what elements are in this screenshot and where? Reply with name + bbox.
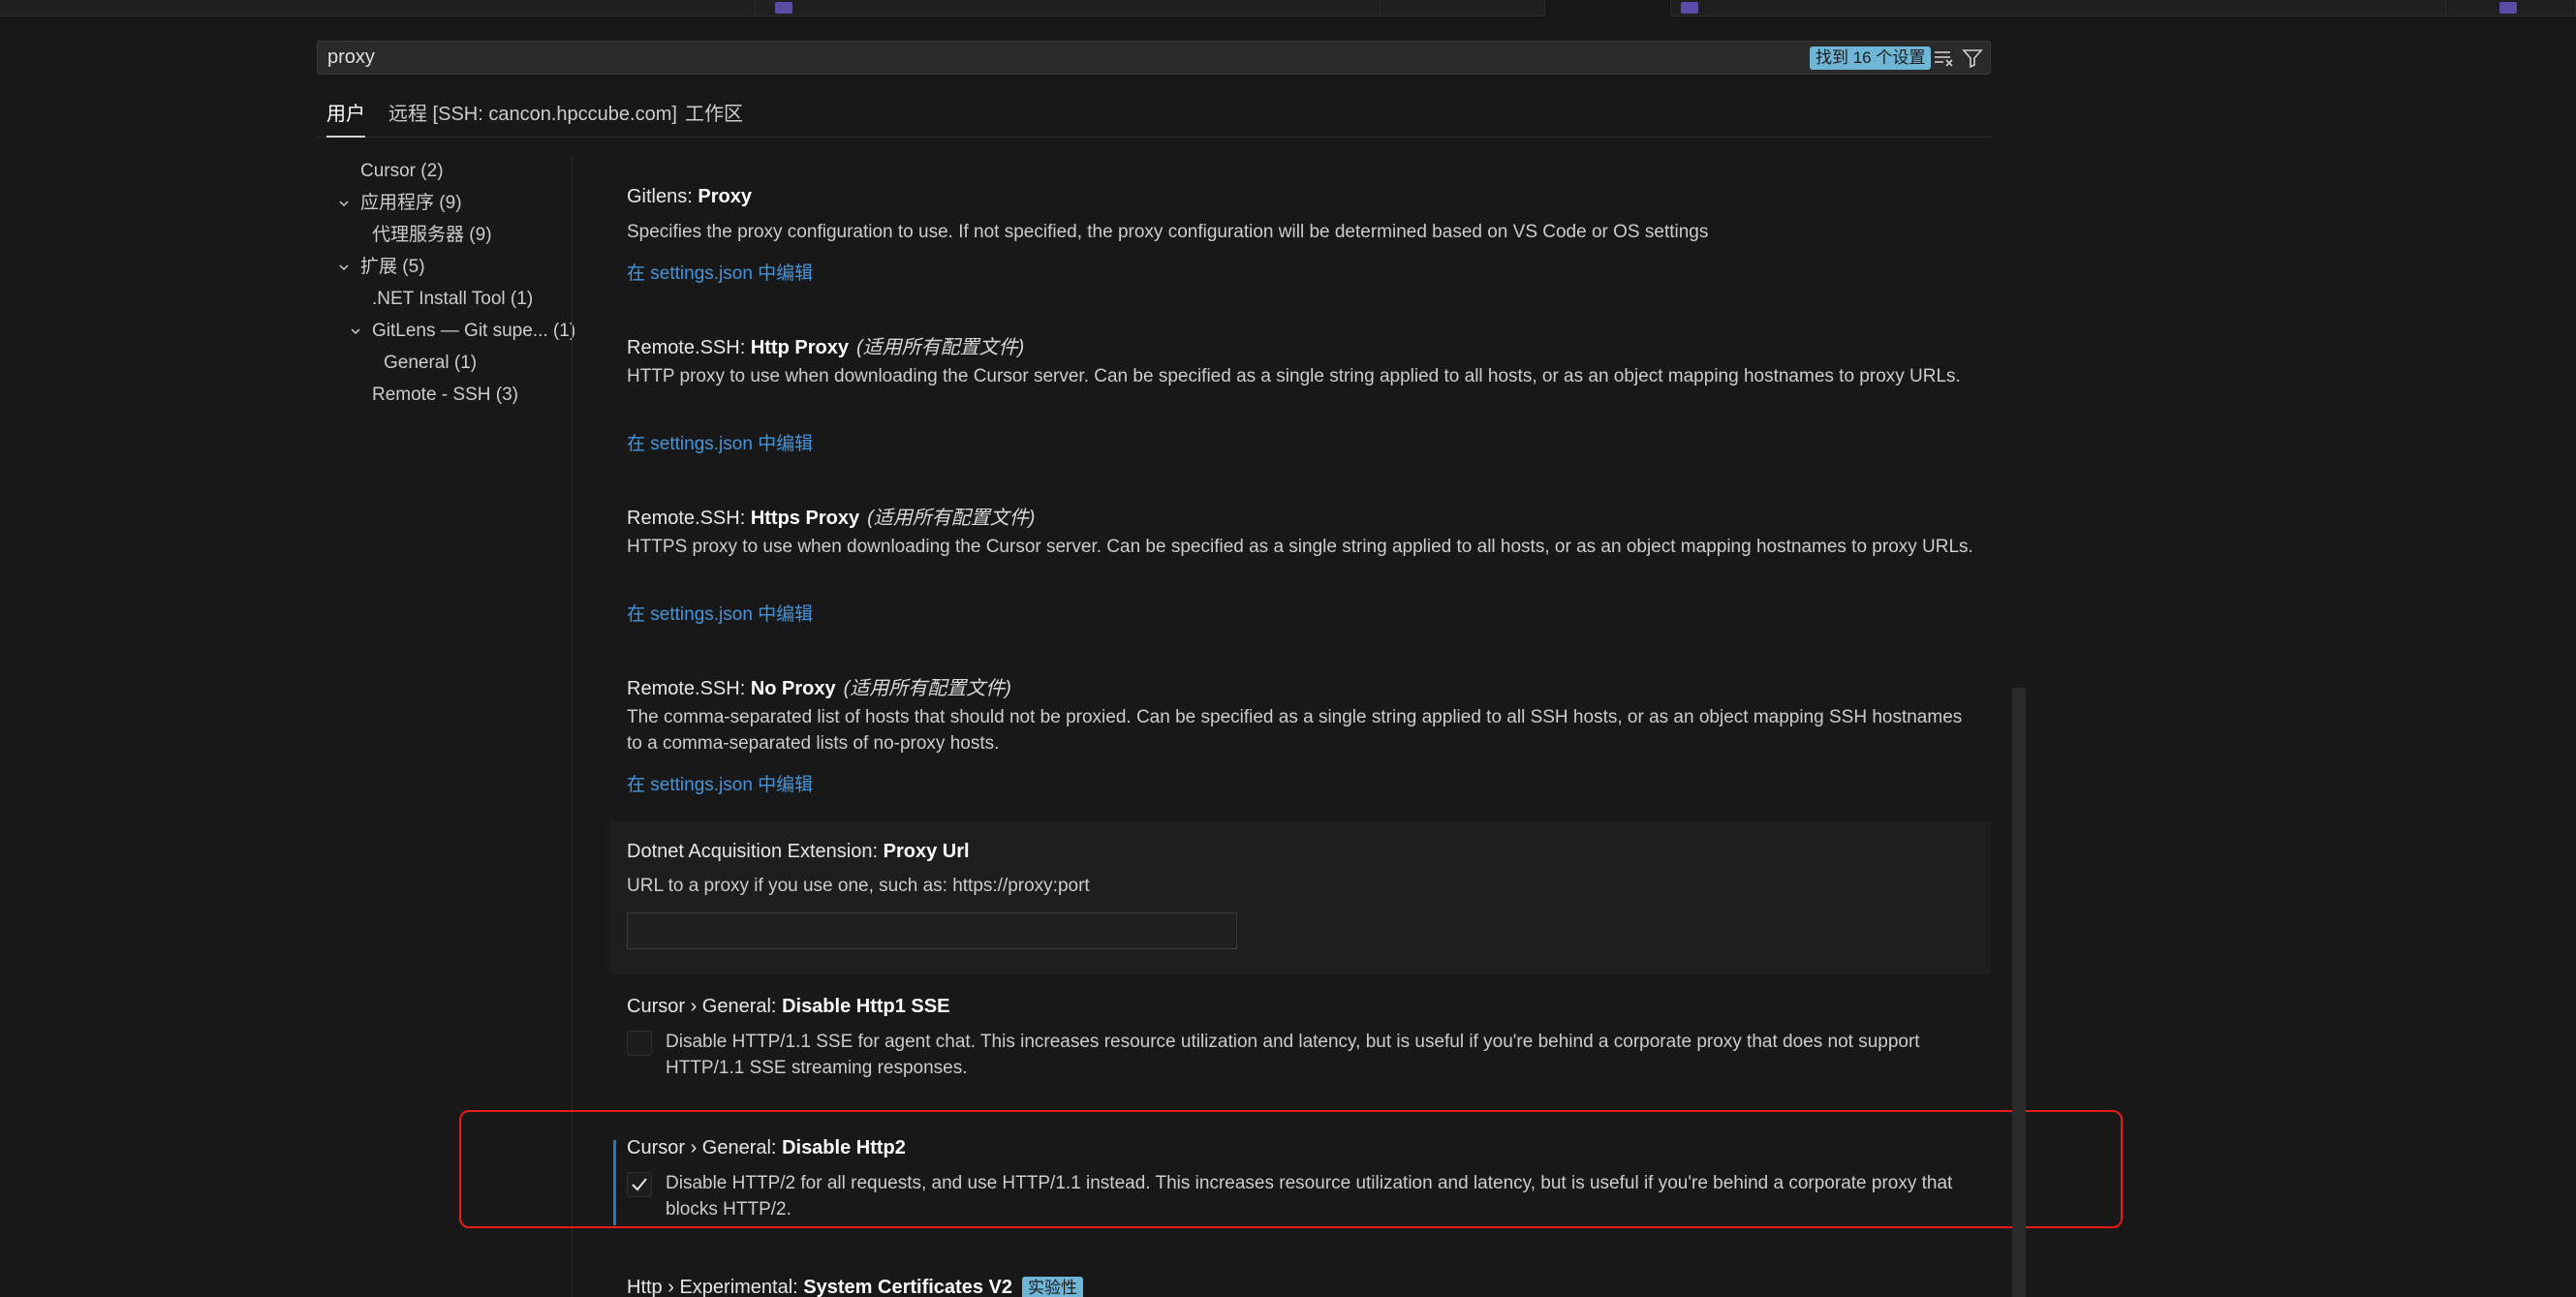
setting-http-system-certificates-v2: Http › Experimental: System Certificates… xyxy=(610,1259,1991,1297)
clear-sort-icon[interactable] xyxy=(1932,46,1955,70)
editor-tab[interactable] xyxy=(0,0,756,16)
setting-description: Specifies the proxy configuration to use… xyxy=(627,222,1709,242)
setting-title: Http › Experimental: System Certificates… xyxy=(627,1277,1083,1297)
setting-description: HTTP proxy to use when downloading the C… xyxy=(627,366,1961,386)
setting-gitlens-proxy: Gitlens: Proxy Specifies the proxy confi… xyxy=(610,174,1991,300)
setting-description: The comma-separated list of hosts that s… xyxy=(627,707,1963,754)
setting-remote-ssh-no-proxy: Remote.SSH: No Proxy (适用所有配置文件) The comma… xyxy=(610,661,1991,816)
toc-item-application[interactable]: 应用程序 (9) xyxy=(317,187,574,219)
toc-item-extensions[interactable]: 扩展 (5) xyxy=(317,251,574,283)
tab-user[interactable]: 用户 xyxy=(326,97,365,138)
toc-item-cursor[interactable]: Cursor (2) xyxy=(317,155,574,187)
editor-tab[interactable] xyxy=(2446,0,2576,16)
setting-title: Dotnet Acquisition Extension: Proxy Url xyxy=(627,841,970,862)
file-icon xyxy=(2499,2,2517,14)
settings-search-input[interactable] xyxy=(326,42,1779,74)
highlight-annotation-box xyxy=(459,1110,2123,1228)
setting-title: Remote.SSH: Https Proxy (适用所有配置文件) xyxy=(627,508,1036,529)
setting-description: Disable HTTP/1.1 SSE for agent chat. Thi… xyxy=(666,1032,1920,1078)
toc-item-dotnet-install-tool[interactable]: .NET Install Tool (1) xyxy=(317,283,574,315)
editor-tab[interactable] xyxy=(1671,0,2446,16)
setting-title: Remote.SSH: No Proxy (适用所有配置文件) xyxy=(627,678,1011,699)
edit-in-settings-json-link[interactable]: 在 settings.json 中编辑 xyxy=(627,429,813,455)
tab-remote[interactable]: 远程 [SSH: cancon.hpccube.com] xyxy=(388,97,677,138)
editor-tab-strip xyxy=(0,0,2576,16)
setting-description: HTTPS proxy to use when downloading the … xyxy=(627,537,1973,557)
setting-dotnet-proxy-url: Dotnet Acquisition Extension: Proxy Url … xyxy=(610,821,1991,974)
toc-item-proxy-server[interactable]: 代理服务器 (9) xyxy=(317,219,574,251)
setting-title: Gitlens: Proxy xyxy=(627,186,752,207)
editor-tab[interactable] xyxy=(756,0,1381,16)
settings-scope-tabs: 用户 远程 [SSH: cancon.hpccube.com] 工作区 xyxy=(317,97,1991,138)
tab-workspace[interactable]: 工作区 xyxy=(685,97,743,138)
filter-icon[interactable] xyxy=(1961,46,1984,70)
proxy-url-input[interactable] xyxy=(627,912,1237,949)
chevron-down-icon xyxy=(339,201,349,207)
edit-in-settings-json-link[interactable]: 在 settings.json 中编辑 xyxy=(627,770,813,796)
setting-remote-ssh-http-proxy: Remote.SSH: Http Proxy (适用所有配置文件) HTTP pr… xyxy=(610,320,1991,475)
toc-item-remote-ssh[interactable]: Remote - SSH (3) xyxy=(317,379,574,411)
editor-tab[interactable] xyxy=(1381,0,1545,16)
editor-tab-active[interactable] xyxy=(1545,0,1671,16)
file-icon xyxy=(1681,2,1698,14)
edit-in-settings-json-link[interactable]: 在 settings.json 中编辑 xyxy=(627,259,813,285)
setting-title: Remote.SSH: Http Proxy (适用所有配置文件) xyxy=(627,337,1025,358)
experimental-badge: 实验性 xyxy=(1021,1277,1083,1297)
toc-item-gitlens[interactable]: GitLens — Git supe... (1) xyxy=(317,315,575,347)
file-icon xyxy=(775,2,792,14)
setting-title: Cursor › General: Disable Http1 SSE xyxy=(627,996,950,1017)
chevron-down-icon xyxy=(351,328,360,335)
toc-item-gitlens-general[interactable]: General (1) xyxy=(317,347,574,379)
setting-disable-http1-sse: Cursor › General: Disable Http1 SSE Disa… xyxy=(610,978,1991,1104)
setting-remote-ssh-https-proxy: Remote.SSH: Https Proxy (适用所有配置文件) HTTPS … xyxy=(610,490,1991,645)
edit-in-settings-json-link[interactable]: 在 settings.json 中编辑 xyxy=(627,600,813,626)
chevron-down-icon xyxy=(339,264,349,271)
settings-search-box: 找到 16 个设置 xyxy=(317,41,1991,75)
search-result-count-badge: 找到 16 个设置 xyxy=(1810,46,1932,70)
disable-http1-sse-checkbox[interactable] xyxy=(627,1031,652,1056)
settings-scrollbar[interactable] xyxy=(2012,688,2026,1297)
setting-description: URL to a proxy if you use one, such as: … xyxy=(627,876,1090,896)
